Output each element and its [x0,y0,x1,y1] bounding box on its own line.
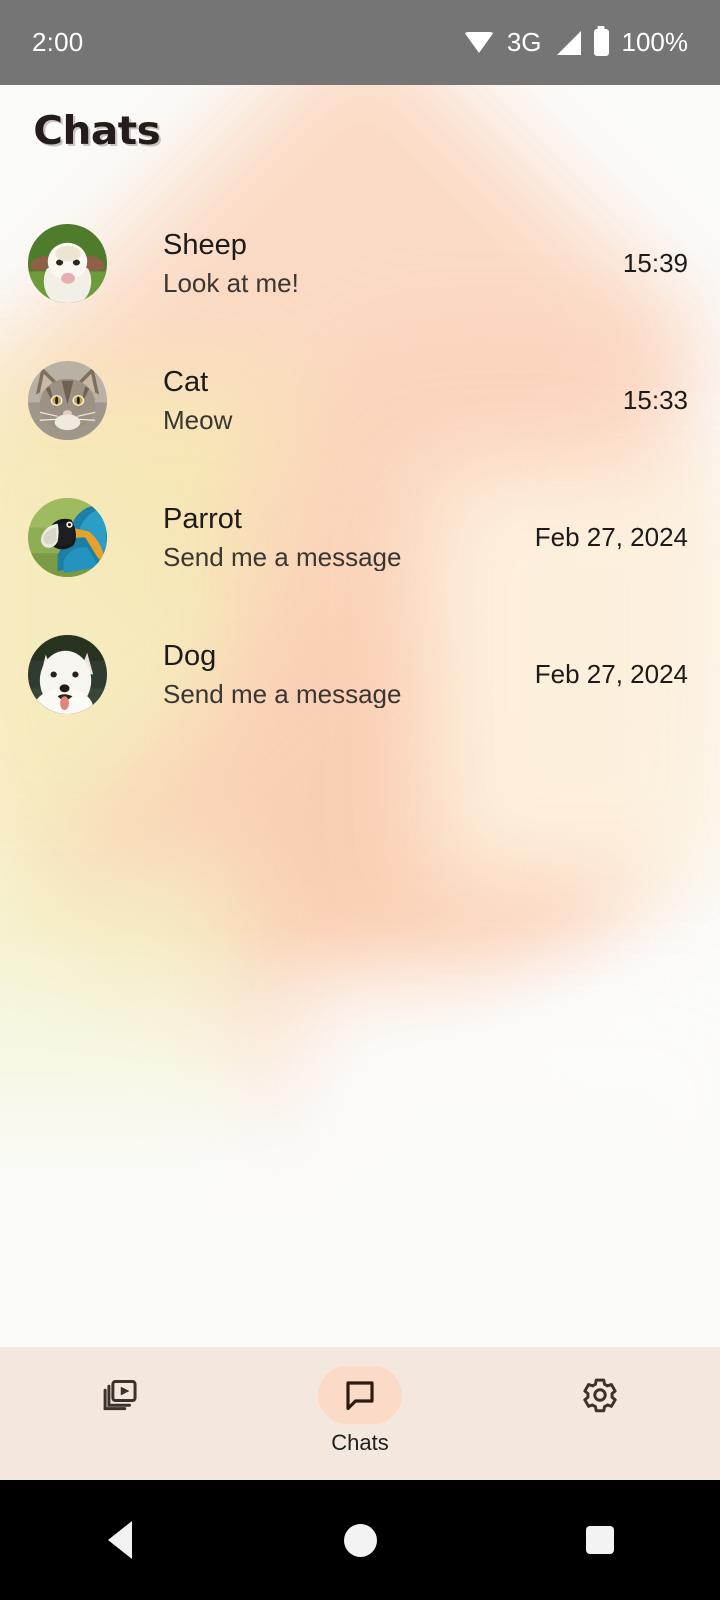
chat-timestamp: 15:33 [622,385,688,415]
chat-name: Sheep [163,230,247,261]
parrot-avatar[interactable] [28,498,107,577]
chat-text-block: Dog Send me a message [107,641,521,708]
chat-timestamp: 15:39 [622,248,688,278]
sheep-avatar[interactable] [28,224,107,303]
chat-list-item-parrot[interactable]: Parrot Send me a message Feb 27, 2024 [0,491,720,584]
bottom-navigation-bar: Chats [0,1347,720,1480]
nav-item-settings[interactable] [480,1347,720,1432]
chat-list-item-cat[interactable]: Cat Meow 15:33 [0,354,720,447]
chat-preview: Look at me! [163,269,299,297]
chat-text-block: Parrot Send me a message [107,504,521,571]
android-system-navigation [0,1480,720,1600]
home-circle-icon [343,1523,377,1557]
gear-icon [583,1378,617,1413]
battery-percent-label: 100% [621,27,689,57]
cellular-signal-icon [555,30,581,55]
home-button[interactable] [312,1492,408,1588]
cat-avatar[interactable] [28,361,107,440]
nav-pill-chats [318,1366,402,1424]
chat-timestamp: Feb 27, 2024 [534,522,688,552]
chat-preview: Send me a message [163,680,402,708]
recents-square-icon [586,1526,614,1554]
recents-button[interactable] [552,1492,648,1588]
chat-timestamp: Feb 27, 2024 [534,659,688,689]
status-indicators: 3G 100% [463,27,689,58]
nav-label-chats: Chats [331,1430,389,1455]
nav-pill-stories [78,1366,162,1424]
chat-preview: Meow [163,406,233,434]
main-content: Chats Sheep Look at me! 15:39 Cat Meow 1… [0,85,720,1347]
battery-icon [593,29,609,56]
chat-name: Parrot [163,504,242,535]
nav-item-stories[interactable] [0,1347,240,1432]
dog-avatar-image [28,635,107,714]
chat-bubble-icon [346,1381,374,1411]
back-triangle-icon [108,1521,132,1559]
wifi-icon [463,31,494,54]
video-library-icon [103,1380,137,1411]
chat-text-block: Cat Meow [107,367,609,434]
page-title: Chats [33,109,161,154]
network-type-label: 3G [506,27,542,57]
status-bar: 2:00 3G 100% [0,0,720,85]
parrot-avatar-image [28,498,107,577]
nav-item-chats[interactable]: Chats [240,1347,480,1454]
chat-list-item-dog[interactable]: Dog Send me a message Feb 27, 2024 [0,628,720,721]
dog-avatar[interactable] [28,635,107,714]
chat-preview: Send me a message [163,543,402,571]
chat-text-block: Sheep Look at me! [107,230,609,297]
sheep-avatar-image [28,224,107,303]
phone-screen: 2:00 3G 100% Chats Sheep Look at me! 15:… [0,0,720,1600]
chat-name: Dog [163,641,217,672]
nav-pill-settings [558,1366,642,1424]
status-clock: 2:00 [32,27,84,57]
back-button[interactable] [72,1492,168,1588]
chat-list: Sheep Look at me! 15:39 Cat Meow 15:33 P… [0,217,720,721]
cat-avatar-image [28,361,107,440]
chat-list-item-sheep[interactable]: Sheep Look at me! 15:39 [0,217,720,310]
chat-name: Cat [163,367,209,398]
